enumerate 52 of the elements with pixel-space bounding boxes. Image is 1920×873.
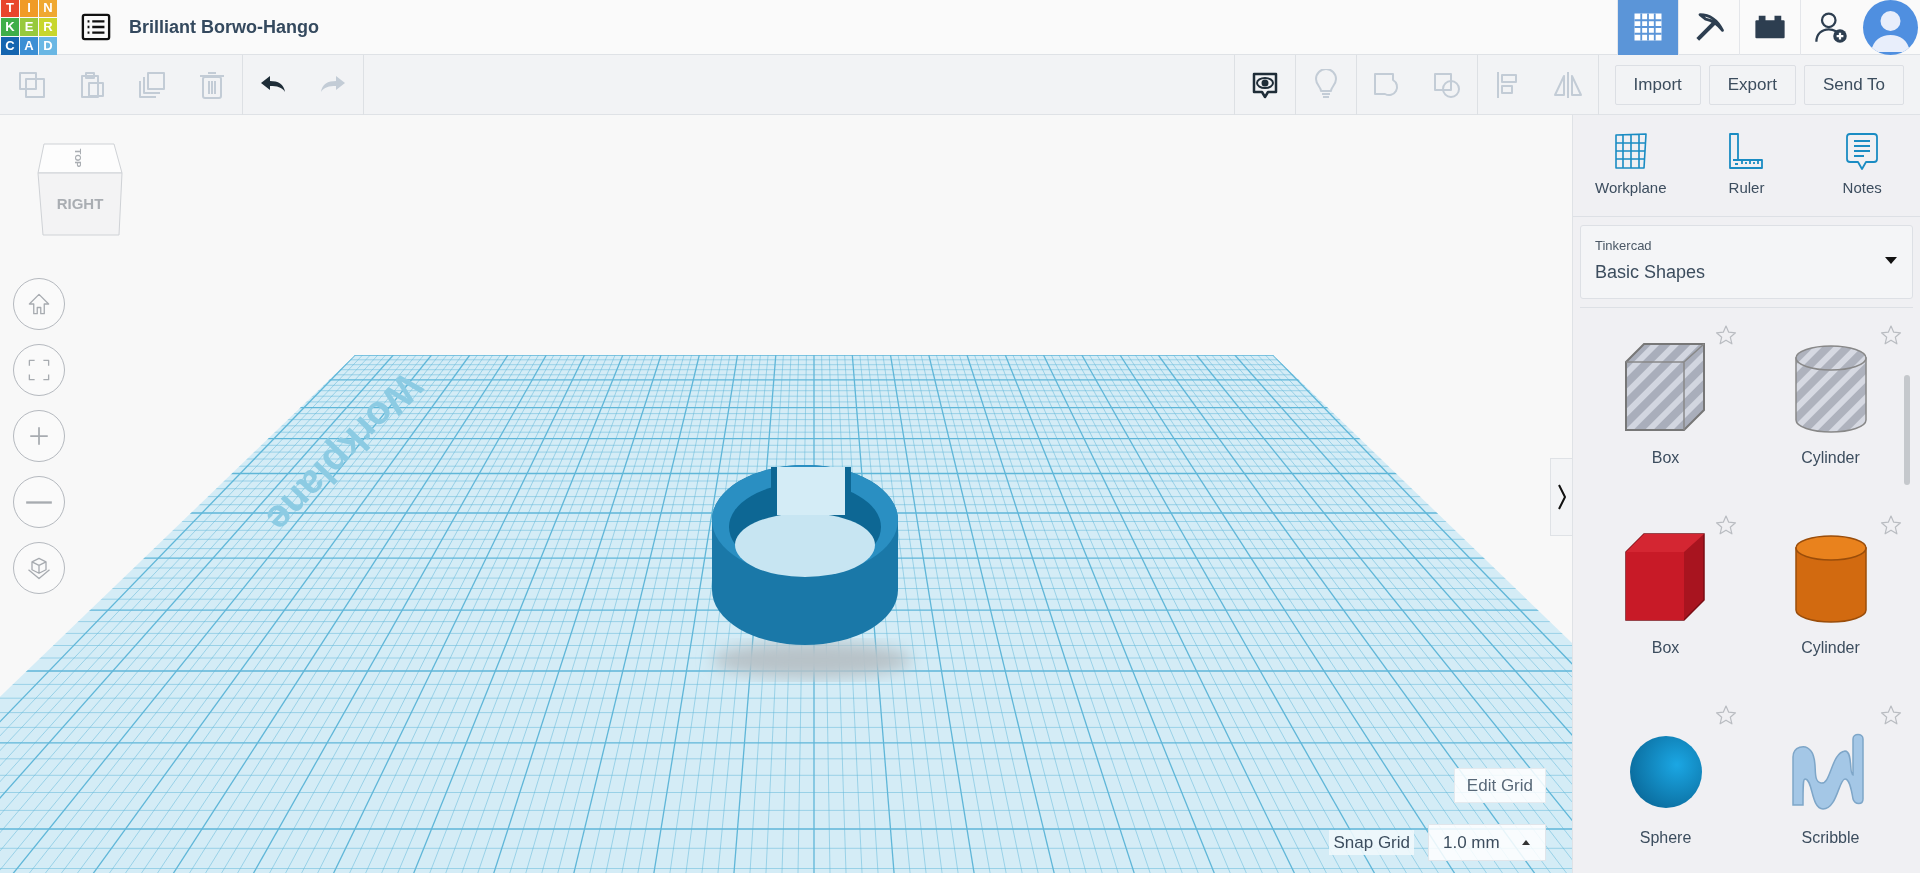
cube-button[interactable] [13, 542, 65, 594]
list-icon [81, 12, 111, 42]
star-icon[interactable] [1715, 514, 1737, 536]
zoom-in-button[interactable] [13, 410, 65, 462]
star-icon[interactable] [1880, 514, 1902, 536]
logo-letter: I [20, 0, 38, 17]
toolbar-button[interactable]: Export [1708, 64, 1796, 105]
chevron-icon [1555, 483, 1568, 511]
logo-letter: A [20, 37, 38, 55]
home-button[interactable] [13, 278, 65, 330]
design-list-button[interactable] [81, 12, 111, 42]
add-user-icon [1813, 9, 1849, 45]
edit-grid-button[interactable]: Edit Grid [1453, 767, 1546, 803]
logo-letter: E [20, 18, 38, 36]
shape-label: Scribble [1801, 828, 1860, 848]
panel-tool-label: Ruler [1728, 178, 1765, 198]
shape-label: Box [1651, 638, 1680, 658]
snap-grid-value: 1.0 mm [1443, 831, 1500, 854]
fit-view-button[interactable] [13, 344, 65, 396]
snap-grid-select[interactable]: 1.0 mm [1428, 823, 1546, 861]
logo-letter: T [1, 0, 19, 17]
shape-label: Box [1651, 448, 1680, 468]
logo-letter: N [39, 0, 57, 17]
logo-letter: K [1, 18, 19, 36]
shape-label: Cylinder [1801, 448, 1860, 468]
library-dropdown[interactable]: Tinkercad Basic Shapes [1580, 224, 1913, 299]
zoom-out-icon [25, 499, 53, 505]
library-name: Basic Shapes [1595, 261, 1707, 284]
library-source: Tinkercad [1595, 236, 1653, 255]
shape-label: Cylinder [1801, 638, 1860, 658]
caret-icon [1884, 256, 1898, 266]
panel-tool-label: Workplane [1595, 178, 1667, 198]
design-title: Brilliant Borwo-Hango [129, 15, 319, 39]
snap-grid-label: Snap Grid [1329, 829, 1414, 855]
panel-tool-button[interactable]: Ruler [1691, 131, 1802, 200]
collapse-panel-button[interactable] [1550, 458, 1572, 536]
panel-tool-label: Notes [1842, 178, 1882, 198]
logo-letter: D [39, 37, 57, 55]
star-icon[interactable] [1715, 324, 1737, 346]
logo-letter: C [1, 37, 19, 55]
shape-label: Sphere [1639, 828, 1692, 848]
star-icon[interactable] [1880, 704, 1902, 726]
scrollbar-thumb[interactable] [1904, 375, 1910, 485]
caret-icon [1521, 838, 1531, 847]
star-icon[interactable] [1715, 704, 1737, 726]
panel-tool-button[interactable]: Workplane [1575, 131, 1686, 200]
logo-letter: R [39, 18, 57, 36]
toolbar-button[interactable]: Send To [1803, 64, 1904, 105]
panel-tool-button[interactable]: Notes [1807, 131, 1918, 200]
zoom-out-button[interactable] [13, 476, 65, 528]
star-icon[interactable] [1880, 324, 1902, 346]
toolbar-button[interactable]: Import [1614, 64, 1701, 105]
